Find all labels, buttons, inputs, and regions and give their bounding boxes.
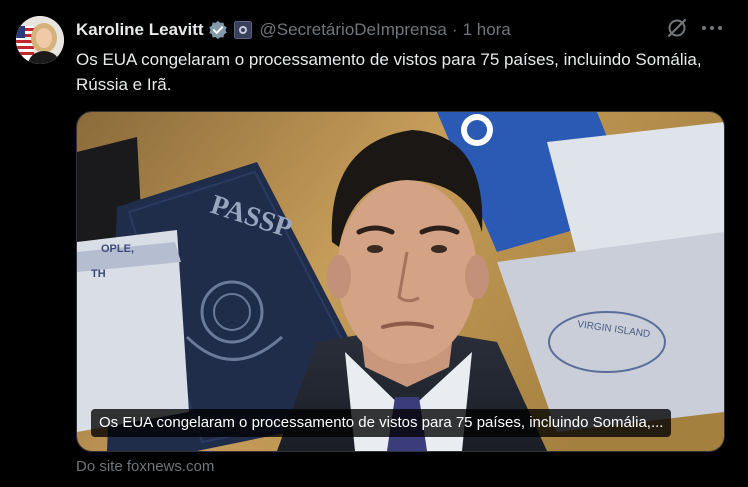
verified-badge-icon [208, 20, 228, 40]
separator-dot: · [451, 20, 458, 39]
link-card[interactable]: PASSP OPLE, TH VIRGIN ISLAND Os EUA cong… [76, 111, 725, 452]
author-handle[interactable]: @SecretárioDeImprensa [260, 20, 447, 40]
government-badge-icon [233, 21, 252, 39]
avatar-image [16, 16, 64, 64]
link-card-image: PASSP OPLE, TH VIRGIN ISLAND [77, 112, 724, 451]
link-source[interactable]: Do site foxnews.com [76, 458, 214, 475]
more-dots-icon[interactable] [700, 17, 724, 39]
author-name[interactable]: Karoline Leavitt [76, 20, 204, 40]
people-text: OPLE, [101, 243, 134, 255]
link-card-caption: Os EUA congelaram o processamento de vis… [91, 409, 672, 437]
th-text: TH [91, 268, 106, 280]
post-time[interactable]: 1 hora [463, 20, 511, 40]
avatar[interactable] [16, 16, 64, 64]
tweet[interactable]: Karoline Leavitt @SecretárioDeImprensa ·… [0, 0, 748, 487]
grok-icon[interactable] [666, 17, 688, 39]
tweet-header: Karoline Leavitt @SecretárioDeImprensa ·… [76, 18, 511, 42]
tweet-text: Os EUA congelaram o processamento de vis… [76, 50, 702, 94]
